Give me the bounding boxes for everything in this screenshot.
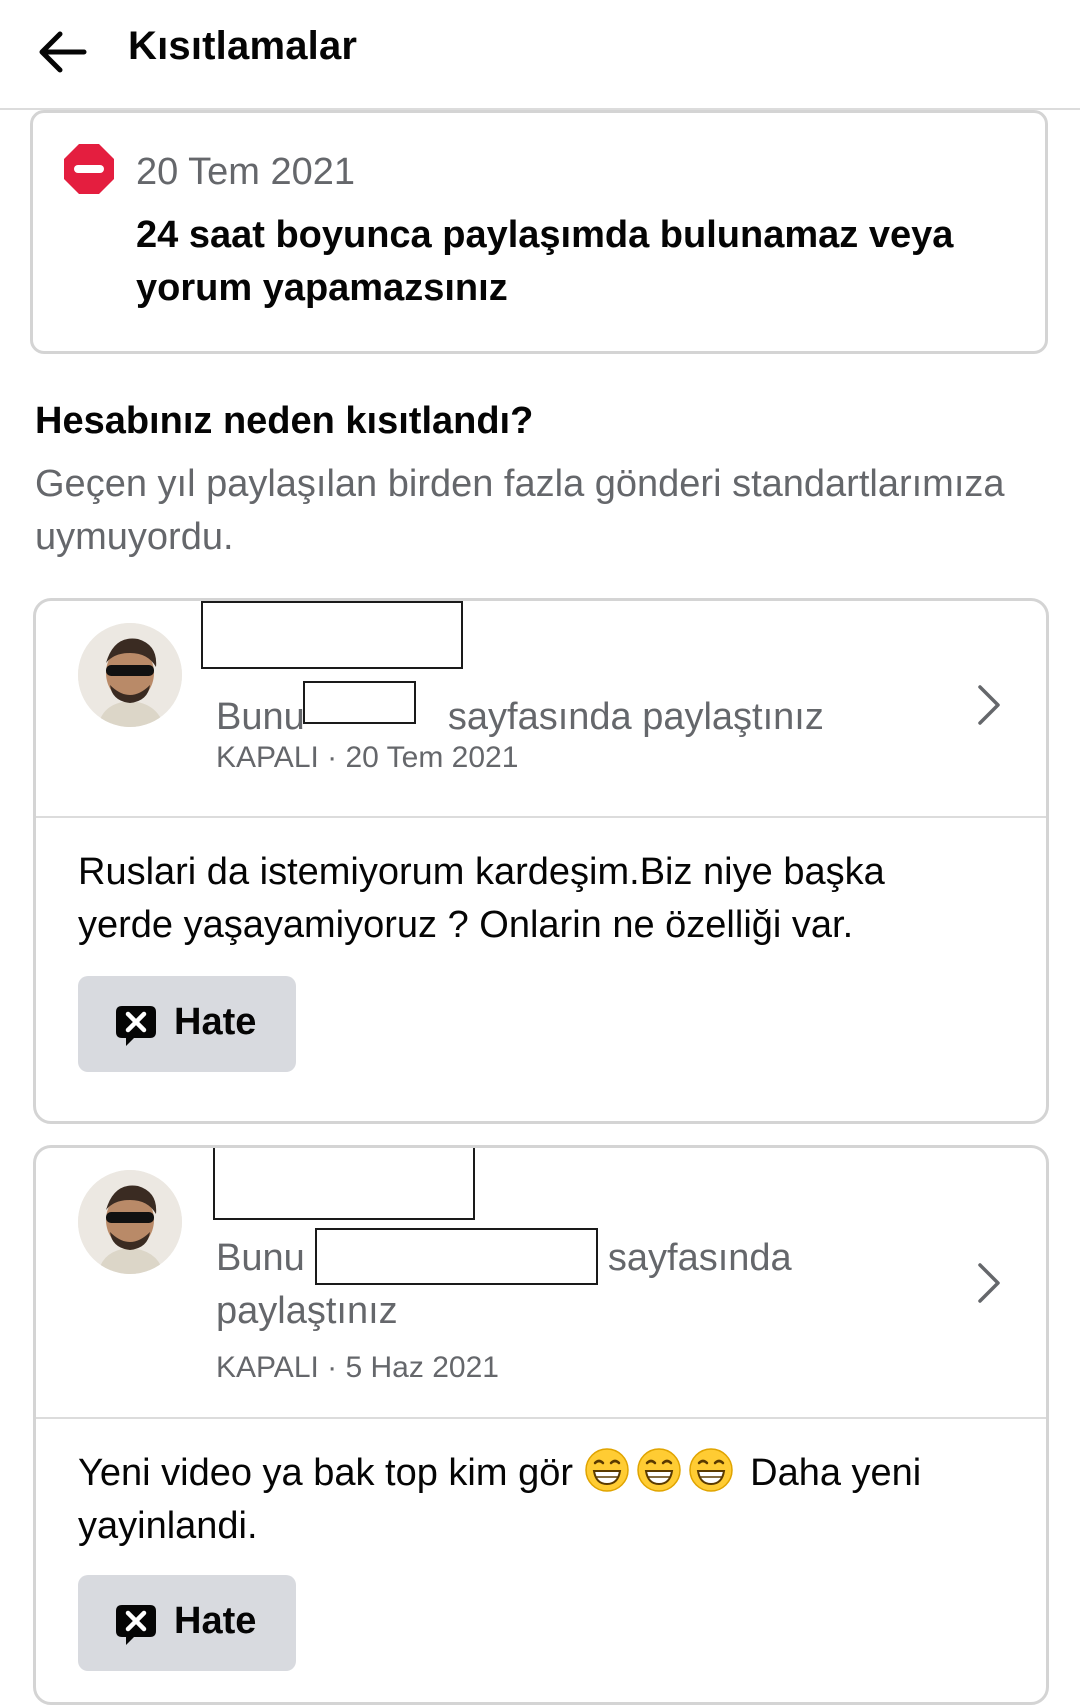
shared-prefix: Bunu bbox=[216, 1237, 305, 1279]
restriction-date: 20 Tem 2021 bbox=[136, 151, 356, 193]
hate-speech-icon bbox=[116, 1006, 156, 1046]
back-button[interactable] bbox=[34, 26, 94, 78]
chevron-right-icon[interactable] bbox=[974, 1261, 1004, 1305]
hate-speech-icon bbox=[116, 1605, 156, 1645]
avatar bbox=[78, 1170, 182, 1274]
grinning-emoji-icon bbox=[688, 1448, 733, 1492]
hate-tag-button[interactable]: Hate bbox=[78, 976, 296, 1072]
violating-post-card: Bunu sayfasında paylaştınız KAPALI · 20 … bbox=[33, 598, 1049, 1124]
post-text-start: Yeni video ya bak top kim gör bbox=[78, 1452, 574, 1494]
avatar bbox=[78, 623, 182, 727]
post-text: Ruslari da istemiyorum kardeşim.Biz niye… bbox=[78, 851, 885, 946]
page-title: Kısıtlamalar bbox=[128, 24, 358, 68]
shared-prefix: Bunu bbox=[216, 696, 305, 738]
restriction-description: 24 saat boyunca paylaşımda bulunamaz vey… bbox=[136, 214, 954, 309]
post-header[interactable]: Bunu sayfasında paylaştınız KAPALI · 20 … bbox=[36, 601, 1046, 818]
post-header[interactable]: Bunu sayfasında paylaştınız KAPALI · 5 H… bbox=[36, 1148, 1046, 1419]
section-description: Geçen yıl paylaşılan birden fazla gönder… bbox=[35, 463, 1005, 558]
page-link-redacted bbox=[303, 681, 416, 724]
hate-label: Hate bbox=[174, 1001, 257, 1043]
shared-suffix: sayfasında bbox=[607, 1237, 792, 1279]
shared-suffix-line2: paylaştınız bbox=[216, 1290, 398, 1332]
hate-tag-button[interactable]: Hate bbox=[78, 1575, 296, 1671]
hate-label: Hate bbox=[174, 1600, 257, 1642]
post-meta: KAPALI · 5 Haz 2021 bbox=[216, 1351, 499, 1384]
page-name-redacted bbox=[213, 1148, 475, 1220]
post-body: Ruslari da istemiyorum kardeşim.Biz niye… bbox=[36, 818, 1046, 1121]
post-text: Yeni video ya bak top kim gör Daha yeni … bbox=[78, 1447, 978, 1553]
post-meta: KAPALI · 20 Tem 2021 bbox=[216, 741, 519, 774]
page-link-redacted bbox=[315, 1228, 598, 1285]
back-arrow-icon bbox=[39, 31, 87, 73]
violating-post-card: Bunu sayfasında paylaştınız KAPALI · 5 H… bbox=[33, 1145, 1049, 1705]
post-body: Yeni video ya bak top kim gör Daha yeni … bbox=[36, 1419, 1046, 1702]
grinning-emoji-icon bbox=[636, 1448, 681, 1492]
chevron-right-icon[interactable] bbox=[974, 683, 1004, 727]
stop-icon bbox=[64, 144, 114, 194]
section-title: Hesabınız neden kısıtlandı? bbox=[35, 400, 534, 442]
shared-suffix: sayfasında paylaştınız bbox=[447, 696, 824, 738]
page-name-redacted bbox=[201, 601, 463, 669]
top-bar: Kısıtlamalar bbox=[0, 0, 1080, 110]
grinning-emoji-icon bbox=[584, 1448, 629, 1492]
restriction-card: 20 Tem 2021 24 saat boyunca paylaşımda b… bbox=[30, 110, 1048, 354]
